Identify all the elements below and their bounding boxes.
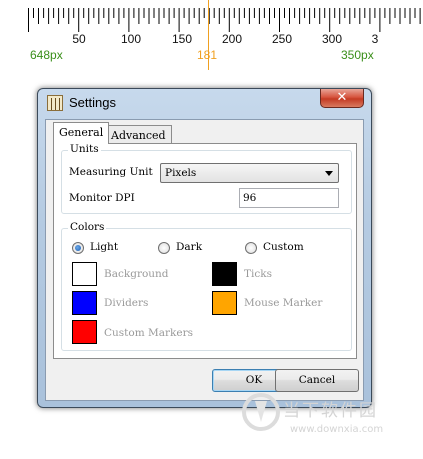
- tab-advanced[interactable]: Advanced: [105, 125, 172, 145]
- ruler-app-icon: [47, 95, 63, 111]
- ticks-color-swatch[interactable]: [212, 262, 237, 286]
- theme-custom-radio[interactable]: [245, 242, 257, 254]
- watermark-logo-icon: [242, 393, 280, 431]
- ruler-number: 300: [321, 32, 343, 46]
- title-bar[interactable]: Settings ✕: [38, 89, 371, 117]
- left-distance-label: 648px: [30, 48, 63, 62]
- right-distance-label: 350px: [341, 48, 374, 62]
- custom-markers-color-label: Custom Markers: [104, 327, 194, 339]
- mouse-marker-color-label: Mouse Marker: [244, 297, 323, 309]
- ruler[interactable]: 50 100 150 200 250 300 3 181 648px 350px: [0, 0, 423, 70]
- measuring-unit-value: Pixels: [165, 167, 197, 179]
- colors-group: Colors Light Dark Custom Background Tick…: [61, 221, 352, 351]
- general-tab-panel: Units Measuring Unit Pixels Monitor DPI …: [53, 143, 357, 359]
- ruler-number: 200: [221, 32, 243, 46]
- mouse-marker-value: 181: [197, 48, 218, 62]
- settings-window: Settings ✕ General Advanced Units Measur…: [37, 88, 372, 408]
- close-button[interactable]: ✕: [320, 89, 364, 108]
- ruler-ticks: [28, 8, 421, 32]
- mouse-marker-color-swatch[interactable]: [212, 291, 237, 315]
- window-title: Settings: [69, 95, 116, 110]
- watermark-text: 当下软件园: [283, 401, 378, 421]
- tab-general[interactable]: General: [53, 122, 110, 144]
- custom-markers-color-swatch[interactable]: [72, 320, 97, 344]
- units-group: Units Measuring Unit Pixels Monitor DPI …: [61, 143, 352, 214]
- cancel-button[interactable]: Cancel: [275, 369, 359, 392]
- ruler-number: 50: [72, 32, 86, 46]
- watermark-url: www.downxia.com: [290, 424, 384, 435]
- measuring-unit-select[interactable]: Pixels: [160, 163, 339, 183]
- theme-custom-label: Custom: [263, 241, 304, 253]
- theme-dark-radio[interactable]: [158, 242, 170, 254]
- units-group-label: Units: [68, 143, 101, 155]
- theme-dark-label: Dark: [176, 241, 203, 253]
- monitor-dpi-label: Monitor DPI: [69, 192, 135, 204]
- dividers-color-swatch[interactable]: [72, 291, 97, 315]
- ticks-color-label: Ticks: [244, 268, 272, 280]
- background-color-swatch[interactable]: [72, 262, 97, 286]
- theme-light-radio[interactable]: [72, 242, 84, 254]
- ruler-number: 100: [120, 32, 142, 46]
- measuring-unit-label: Measuring Unit: [69, 166, 153, 178]
- chevron-down-icon: [325, 171, 333, 176]
- dialog-client-area: General Advanced Units Measuring Unit Pi…: [45, 119, 364, 401]
- monitor-dpi-input[interactable]: 96: [239, 188, 339, 208]
- ruler-number: 3: [371, 32, 379, 46]
- background-color-label: Background: [104, 268, 169, 280]
- dividers-color-label: Dividers: [104, 297, 149, 309]
- ruler-number: 150: [171, 32, 193, 46]
- colors-group-label: Colors: [68, 221, 107, 233]
- theme-light-label: Light: [90, 241, 119, 253]
- ruler-number: 250: [271, 32, 293, 46]
